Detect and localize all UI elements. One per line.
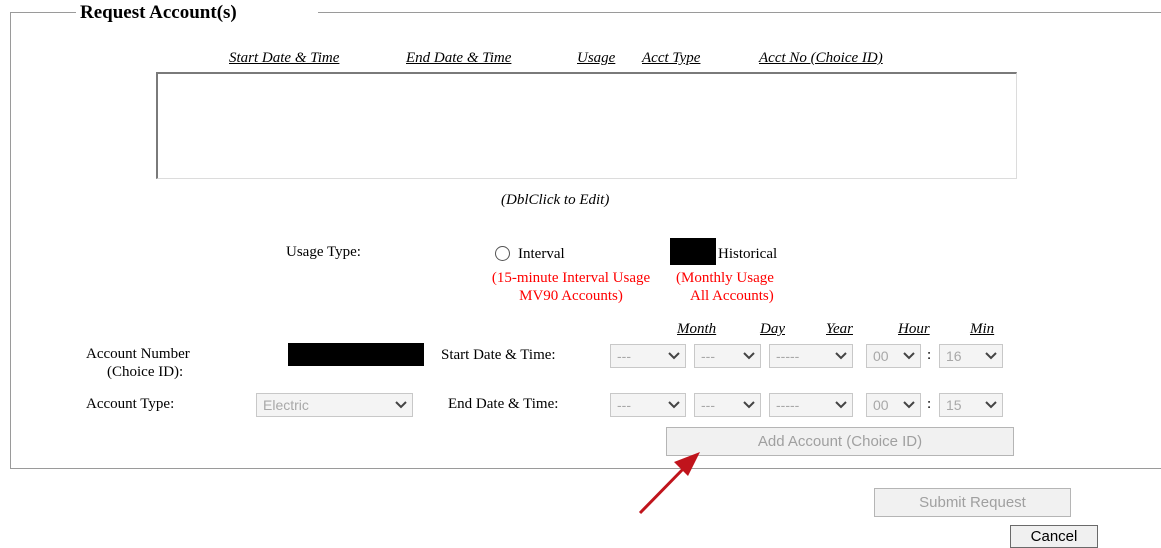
chevron-down-icon bbox=[985, 401, 997, 409]
fieldset-border-top-right bbox=[318, 12, 1161, 13]
end-datetime-label: End Date & Time: bbox=[448, 396, 559, 412]
end-day-value: --- bbox=[701, 397, 715, 413]
usage-type-label: Usage Type: bbox=[286, 244, 361, 260]
end-month-select[interactable]: --- bbox=[610, 393, 686, 417]
month-header: Month bbox=[677, 321, 717, 337]
col-header-end: End Date & Time bbox=[406, 50, 512, 66]
fieldset-legend: Request Account(s) bbox=[78, 2, 245, 24]
start-hour-value: 00 bbox=[873, 348, 889, 364]
chevron-down-icon bbox=[835, 352, 847, 360]
col-header-usage: Usage bbox=[577, 50, 616, 66]
chevron-down-icon bbox=[743, 352, 755, 360]
col-header-start: Start Date & Time bbox=[229, 50, 340, 66]
year-header: Year bbox=[826, 321, 853, 337]
start-min-value: 16 bbox=[946, 348, 962, 364]
end-month-value: --- bbox=[617, 397, 631, 413]
start-day-value: --- bbox=[701, 348, 715, 364]
chevron-down-icon bbox=[743, 401, 755, 409]
edit-hint: (DblClick to Edit) bbox=[501, 192, 610, 208]
end-hour-select[interactable]: 00 bbox=[866, 393, 921, 417]
historical-radio-redacted[interactable] bbox=[670, 238, 716, 265]
account-type-value: Electric bbox=[263, 397, 309, 413]
submit-request-button[interactable]: Submit Request bbox=[874, 488, 1071, 517]
chevron-down-icon bbox=[903, 352, 915, 360]
chevron-down-icon bbox=[835, 401, 847, 409]
end-day-select[interactable]: --- bbox=[694, 393, 761, 417]
historical-note-line2: All Accounts) bbox=[690, 288, 774, 304]
account-number-label-line1: Account Number bbox=[86, 346, 190, 362]
col-header-acct-no: Acct No (Choice ID) bbox=[759, 50, 883, 66]
chevron-down-icon bbox=[903, 401, 915, 409]
account-type-label: Account Type: bbox=[86, 396, 175, 412]
end-year-value: ----- bbox=[776, 397, 800, 413]
cancel-button[interactable]: Cancel bbox=[1010, 525, 1098, 548]
col-header-acct-type: Acct Type bbox=[642, 50, 701, 66]
day-header: Day bbox=[760, 321, 785, 337]
interval-note-line1: (15-minute Interval Usage bbox=[491, 270, 651, 286]
fieldset-border-left bbox=[10, 12, 11, 468]
hour-header: Hour bbox=[898, 321, 930, 337]
start-min-select[interactable]: 16 bbox=[939, 344, 1003, 368]
end-hour-value: 00 bbox=[873, 397, 889, 413]
start-year-select[interactable]: ----- bbox=[769, 344, 853, 368]
chevron-down-icon bbox=[668, 352, 680, 360]
chevron-down-icon bbox=[668, 401, 680, 409]
account-type-select[interactable]: Electric bbox=[256, 393, 413, 417]
chevron-down-icon bbox=[985, 352, 997, 360]
chevron-down-icon bbox=[395, 401, 407, 409]
start-month-value: --- bbox=[617, 348, 631, 364]
end-min-value: 15 bbox=[946, 397, 962, 413]
historical-note-line1: (Monthly Usage bbox=[676, 270, 774, 286]
start-day-select[interactable]: --- bbox=[694, 344, 761, 368]
interval-label: Interval bbox=[518, 246, 565, 262]
accounts-listbox[interactable] bbox=[156, 72, 1017, 179]
start-hour-select[interactable]: 00 bbox=[866, 344, 921, 368]
end-time-separator: : bbox=[927, 396, 932, 412]
annotation-arrow-icon bbox=[638, 452, 700, 515]
end-min-select[interactable]: 15 bbox=[939, 393, 1003, 417]
end-year-select[interactable]: ----- bbox=[769, 393, 853, 417]
fieldset-border-top-left bbox=[10, 12, 76, 13]
min-header: Min bbox=[970, 321, 995, 337]
start-month-select[interactable]: --- bbox=[610, 344, 686, 368]
start-year-value: ----- bbox=[776, 348, 800, 364]
interval-radio[interactable] bbox=[495, 246, 510, 261]
interval-note-line2: MV90 Accounts) bbox=[519, 288, 623, 304]
fieldset-border-bottom bbox=[10, 468, 1161, 469]
start-time-separator: : bbox=[927, 347, 932, 363]
start-datetime-label: Start Date & Time: bbox=[441, 347, 556, 363]
historical-label: Historical bbox=[718, 246, 778, 262]
account-number-label-line2: (Choice ID): bbox=[107, 364, 184, 380]
account-number-input-redacted[interactable] bbox=[288, 343, 424, 366]
